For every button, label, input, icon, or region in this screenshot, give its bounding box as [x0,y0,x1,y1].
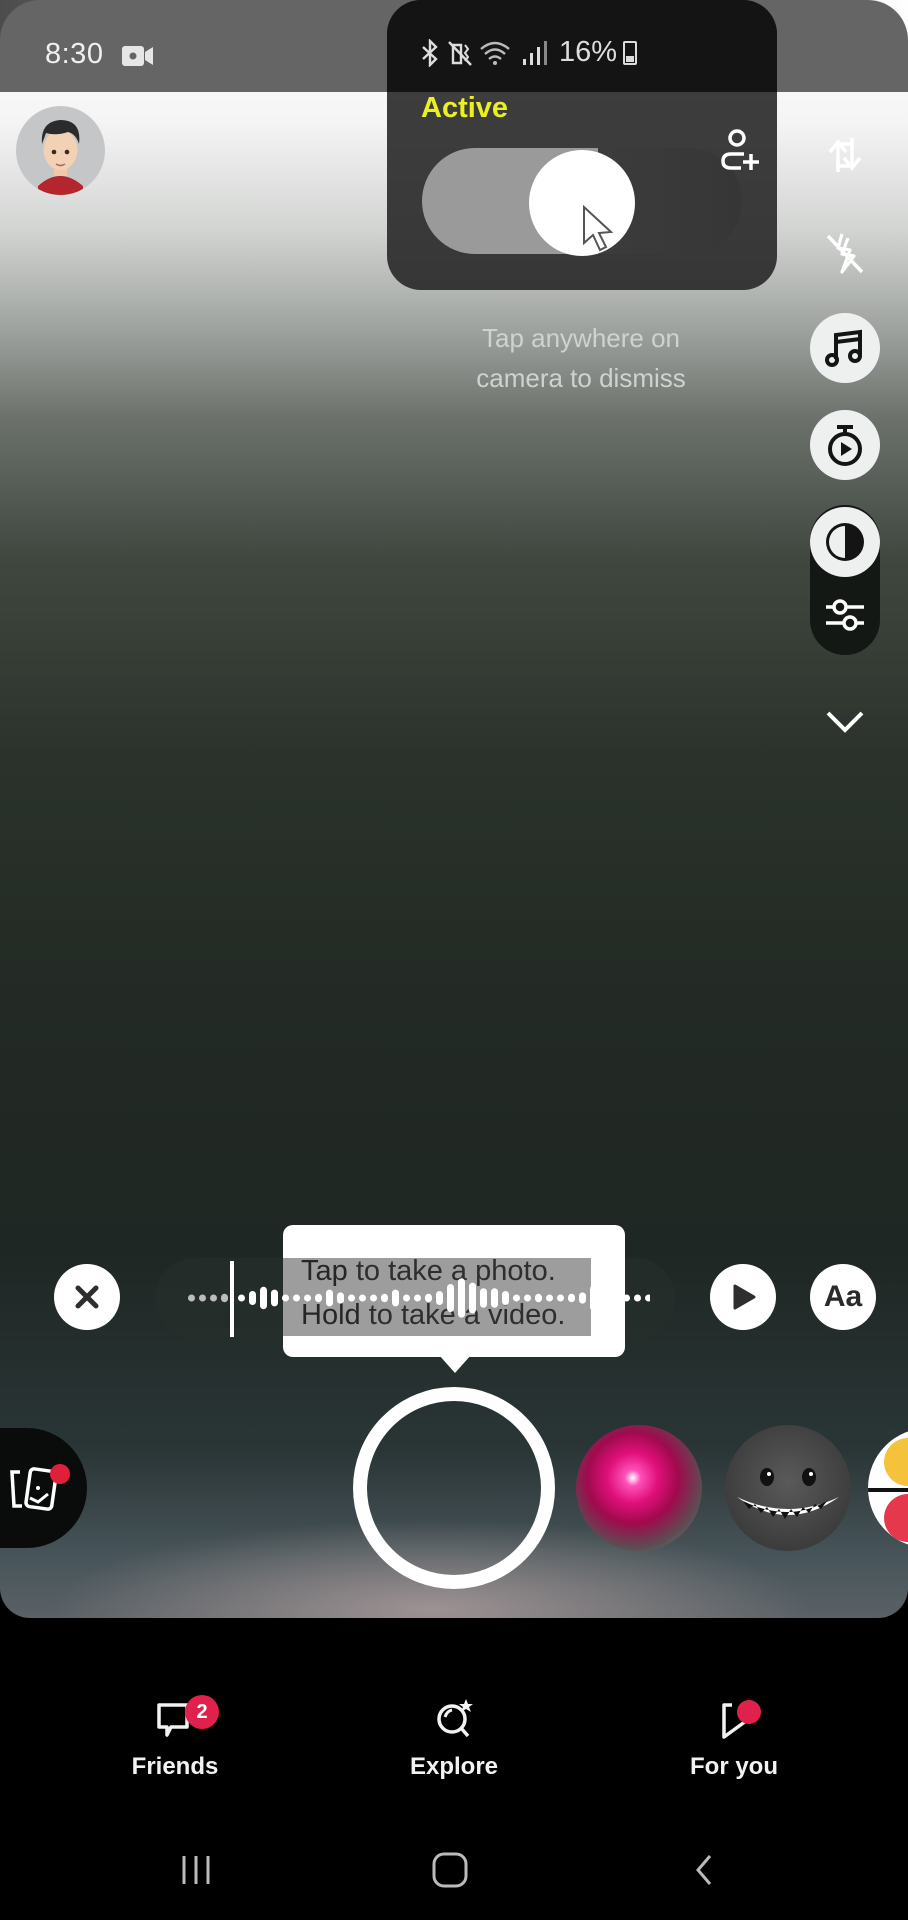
waveform-bar [623,1294,630,1302]
waveform-bar [414,1294,421,1302]
battery-icon [623,40,638,65]
contrast-icon [826,523,864,561]
music-note-icon [825,329,862,367]
waveform-bar [425,1293,432,1303]
waveform-bars [188,1261,650,1337]
waveform-bar [293,1294,300,1302]
waveform-bar [535,1293,542,1303]
bitmoji-icon [38,120,83,195]
waveform-bar [359,1294,366,1302]
waveform-bar [458,1278,465,1318]
waveform-bar [392,1289,399,1307]
waveform-bar [447,1284,454,1312]
waveform-bar [601,1281,608,1315]
waveform-bar [491,1288,498,1308]
vibrate-mute-icon [448,40,472,66]
waveform-bar [590,1285,597,1311]
waveform-bar [315,1293,322,1303]
contrast-button[interactable] [810,507,880,577]
for-you-notification-dot [737,1700,761,1724]
battery-percent: 16% [559,36,618,68]
status-time: 8:30 [45,38,104,70]
back-button[interactable] [665,1848,745,1892]
waveform-bar [337,1292,344,1304]
status-icons: 16% [419,36,638,69]
waveform-playhead[interactable] [230,1261,234,1337]
home-button[interactable] [410,1848,490,1892]
flash-off-icon [826,233,864,274]
waveform-end-marker[interactable] [596,1261,599,1337]
profile-avatar[interactable] [16,106,105,195]
cursor-icon [583,205,614,252]
sliders-icon [826,599,864,631]
lens-pink-glow[interactable] [576,1425,702,1551]
waveform-bar [221,1293,228,1303]
music-button[interactable] [810,313,880,383]
home-icon [432,1852,468,1888]
grin-face-icon [737,1468,839,1519]
waveform-bar [282,1294,289,1302]
chevron-down-icon [826,711,864,733]
waveform-bar [260,1286,267,1310]
waveform-bar [188,1294,195,1302]
flip-camera-icon [828,138,862,172]
flash-button[interactable] [810,218,880,288]
waveform-bar [502,1291,509,1305]
waveform-bar [210,1294,217,1302]
waveform-bar [249,1291,256,1305]
waveform-bar [480,1288,487,1308]
friends-unread-badge: 2 [185,1695,219,1729]
waveform-bar [326,1289,333,1307]
bluetooth-icon [422,38,438,67]
timer-button[interactable] [810,410,880,480]
nav-for-you[interactable]: For you [654,1695,814,1781]
signal-icon [523,40,547,65]
adjustments-button[interactable] [810,580,880,650]
waveform-bar [612,1285,619,1311]
waveform-bar [524,1294,531,1302]
screen-record-icon [122,46,153,66]
mode-toggle-panel: 16% Active [387,0,777,290]
flip-camera-button[interactable] [810,120,880,190]
waveform-bar [403,1294,410,1302]
explore-icon [437,1699,473,1738]
play-icon [733,1284,756,1310]
waveform-bar [238,1294,245,1302]
waveform-bar [381,1293,388,1303]
waveform-bar [645,1294,650,1302]
waveform-bar [348,1294,355,1302]
close-sound-button[interactable] [54,1264,120,1330]
more-tools-button[interactable] [810,686,880,756]
waveform-bar [370,1294,377,1302]
recent-apps-icon [182,1856,210,1884]
lens-grin-monster[interactable] [725,1425,851,1551]
waveform-bar [436,1291,443,1305]
timer-icon [828,425,862,466]
waveform-bar [557,1294,564,1302]
waveform-bar [568,1293,575,1303]
waveform-bar [199,1294,206,1302]
wifi-icon [480,41,510,65]
waveform-bar [469,1282,476,1314]
waveform-bar [546,1294,553,1302]
active-status-label: Active [421,92,509,124]
recent-apps-button[interactable] [156,1848,236,1892]
text-button[interactable]: Aa [810,1264,876,1330]
close-icon [75,1285,99,1309]
add-friend-icon[interactable] [717,128,763,174]
waveform-bar [579,1292,586,1304]
play-sound-button[interactable] [710,1264,776,1330]
waveform-bar [634,1294,641,1302]
waveform-bar [271,1289,278,1307]
memories-notification-dot [50,1464,70,1484]
waveform-bar [513,1294,520,1302]
capture-button[interactable] [353,1387,555,1589]
waveform-bar [304,1294,311,1302]
nav-friends[interactable]: Friends [95,1695,255,1781]
nav-explore[interactable]: Explore [374,1695,534,1781]
back-icon [696,1855,712,1885]
dismiss-hint: Tap anywhere on camera to dismiss [476,323,686,393]
